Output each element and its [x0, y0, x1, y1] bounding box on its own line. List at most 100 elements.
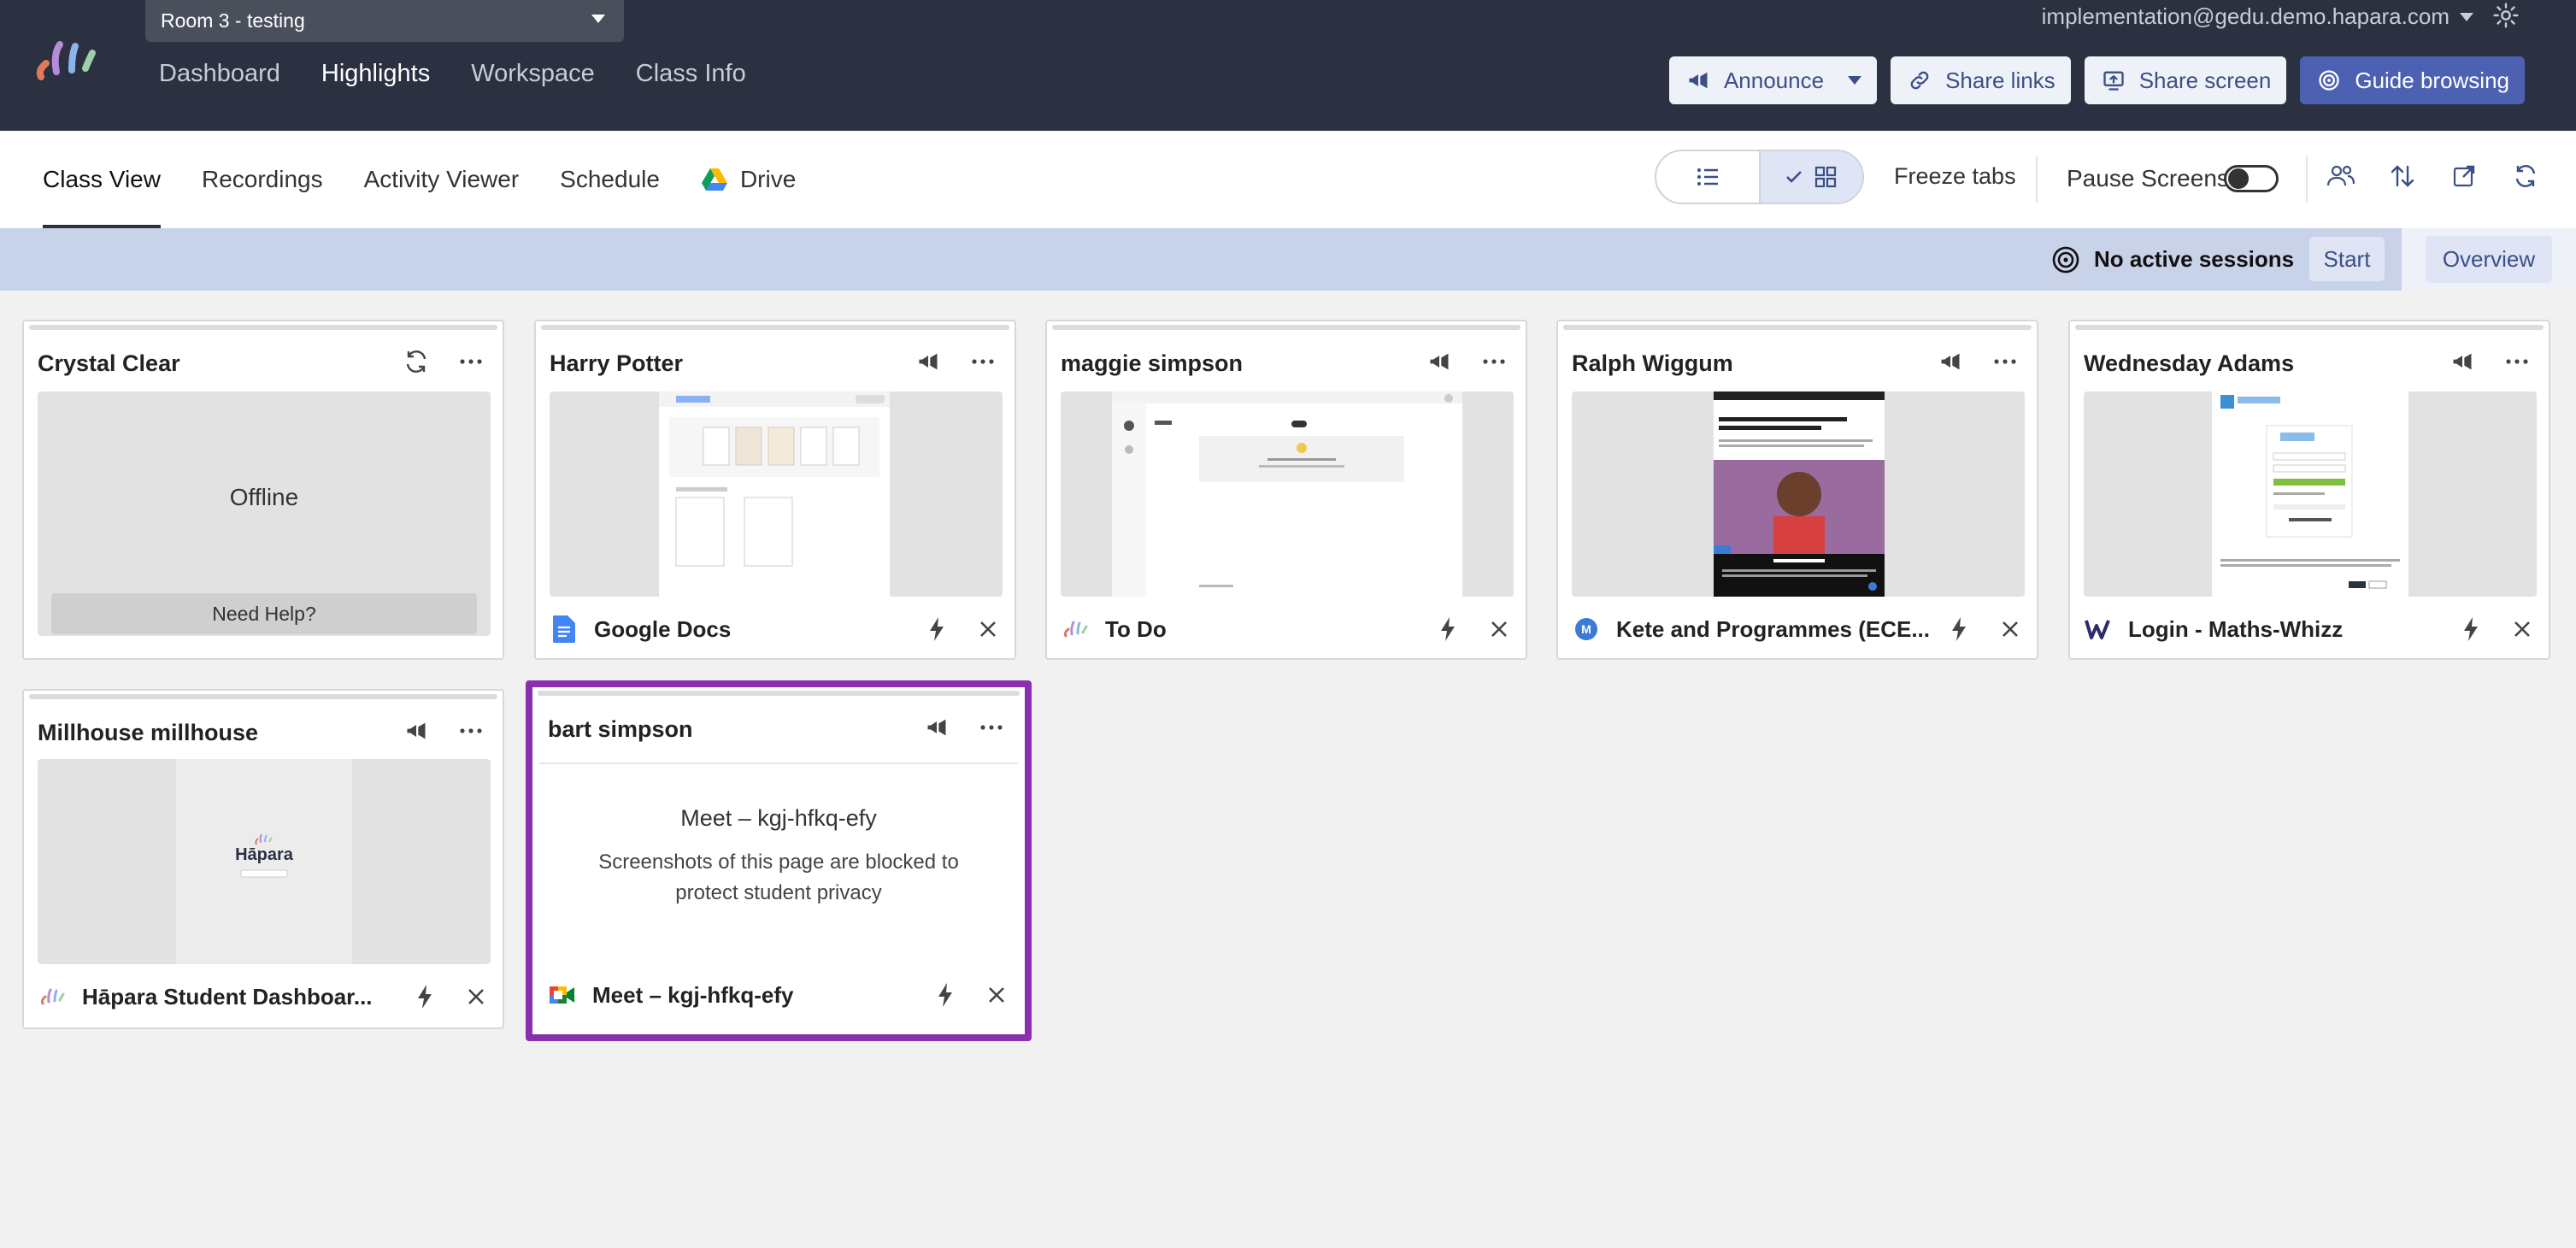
group-icon[interactable]: [2326, 162, 2355, 191]
active-tab: To Do: [1061, 612, 1512, 646]
target-icon: [2052, 246, 2079, 273]
sort-icon[interactable]: [2388, 162, 2417, 191]
tab-label: Schedule: [560, 166, 660, 192]
student-card-maggie-simpson[interactable]: maggie simpson To Do: [1045, 320, 1527, 660]
student-card-crystal-clear[interactable]: Crystal Clear Offline Need Help?: [22, 320, 504, 660]
screen-thumbnail[interactable]: Hāpara: [38, 759, 491, 964]
header-actions: Announce Share links Share screen Guide …: [1668, 56, 2525, 104]
blocked-title: Meet – kgj-hfkq-efy: [680, 805, 877, 831]
tab-drive[interactable]: Drive: [701, 131, 796, 228]
student-card-millhouse-millhouse[interactable]: Millhouse millhouse Hāpara Hāpara Studen…: [22, 689, 504, 1029]
screenshot-kete: [1714, 391, 1885, 597]
announce-button[interactable]: Announce: [1668, 56, 1878, 104]
nav-highlights[interactable]: Highlights: [321, 60, 430, 88]
close-icon[interactable]: [1997, 616, 2023, 642]
nav-workspace[interactable]: Workspace: [471, 60, 595, 88]
tab-actions: [1435, 616, 1512, 642]
more-options-icon[interactable]: [456, 716, 485, 745]
tab-activity-viewer[interactable]: Activity Viewer: [364, 131, 520, 228]
more-options-icon[interactable]: [2502, 347, 2532, 376]
active-tab: Meet – kgj-hfkq-efy: [548, 978, 1009, 1012]
more-options-icon[interactable]: [456, 347, 485, 376]
screen-share-icon: [2100, 67, 2127, 94]
top-bar: Room 3 - testing Dashboard Highlights Wo…: [0, 0, 2576, 131]
refresh-icon[interactable]: [402, 347, 431, 376]
megaphone-icon[interactable]: [914, 347, 943, 376]
share-links-button[interactable]: Share links: [1891, 56, 2071, 104]
more-options-icon[interactable]: [977, 713, 1006, 742]
tab-class-view[interactable]: Class View: [43, 131, 161, 228]
close-icon[interactable]: [463, 984, 489, 1010]
hapara-logo[interactable]: [34, 38, 108, 89]
hapara-wordmark: Hāpara: [235, 845, 294, 864]
hapara-icon: [38, 982, 67, 1011]
more-options-icon[interactable]: [1991, 347, 2020, 376]
freeze-tabs-button[interactable]: Freeze tabs: [1894, 163, 2016, 190]
class-selector[interactable]: Room 3 - testing: [145, 0, 624, 42]
hapara-icon: [1061, 615, 1090, 644]
need-help-button[interactable]: Need Help?: [51, 593, 477, 634]
user-menu[interactable]: implementation@gedu.demo.hapara.com: [2042, 3, 2473, 30]
screen-thumbnail[interactable]: [1061, 391, 1514, 597]
student-card-ralph-wiggum[interactable]: Ralph Wiggum M Kete and Programmes (ECE.…: [1556, 320, 2038, 660]
chevron-down-icon[interactable]: [1848, 76, 1862, 85]
student-card-wednesday-adams[interactable]: Wednesday Adams Login - Maths-Whizz: [2068, 320, 2550, 660]
lightning-icon[interactable]: [932, 982, 958, 1008]
student-card-bart-simpson[interactable]: bart simpson Meet – kgj-hfkq-efy Screens…: [526, 680, 1032, 1041]
list-icon: [1697, 168, 1718, 185]
student-name: Wednesday Adams: [2084, 350, 2295, 376]
divider: [539, 762, 1018, 764]
tab-label: Class View: [43, 166, 161, 192]
megaphone-icon[interactable]: [2448, 347, 2477, 376]
tab-title: Hāpara Student Dashboar...: [82, 983, 373, 1010]
overview-button[interactable]: Overview: [2425, 236, 2553, 283]
lightning-icon[interactable]: [924, 616, 950, 642]
pause-screens-toggle[interactable]: [2224, 165, 2279, 192]
gear-icon[interactable]: [2492, 2, 2520, 29]
tab-schedule[interactable]: Schedule: [560, 131, 660, 228]
more-options-icon[interactable]: [968, 347, 997, 376]
close-icon[interactable]: [984, 982, 1009, 1008]
session-status-text: No active sessions: [2094, 246, 2295, 272]
lightning-icon[interactable]: [1946, 616, 1972, 642]
close-icon[interactable]: [1486, 616, 1512, 642]
lightning-icon[interactable]: [412, 984, 438, 1010]
guide-browsing-label: Guide browsing: [2355, 67, 2509, 93]
more-options-icon[interactable]: [1479, 347, 1509, 376]
tab-recordings[interactable]: Recordings: [202, 131, 323, 228]
active-tab: Login - Maths-Whizz: [2084, 612, 2535, 646]
start-session-button[interactable]: Start: [2309, 237, 2385, 281]
screenshot-to-do: [1112, 391, 1462, 597]
overview-button-wrap: Overview: [2402, 228, 2576, 291]
tab-title: Login - Maths-Whizz: [2128, 615, 2344, 642]
megaphone-icon[interactable]: [922, 713, 951, 742]
lightning-icon[interactable]: [1435, 616, 1461, 642]
lightning-icon[interactable]: [2458, 616, 2484, 642]
open-external-icon[interactable]: [2450, 162, 2479, 191]
tab-title: Google Docs: [594, 615, 732, 642]
grid-view-button[interactable]: [1758, 151, 1862, 203]
megaphone-icon[interactable]: [402, 716, 431, 745]
close-icon[interactable]: [2509, 616, 2535, 642]
screen-thumbnail[interactable]: [2084, 391, 2537, 597]
nav-dashboard[interactable]: Dashboard: [159, 60, 280, 88]
close-icon[interactable]: [975, 616, 1001, 642]
nav-class-info[interactable]: Class Info: [636, 60, 746, 88]
megaphone-icon[interactable]: [1936, 347, 1965, 376]
list-view-button[interactable]: [1656, 151, 1759, 203]
refresh-icon[interactable]: [2511, 162, 2540, 191]
screen-thumbnail[interactable]: [550, 391, 1003, 597]
screenshot-maths-whizz: [2212, 391, 2408, 597]
active-tab: M Kete and Programmes (ECE...: [1572, 612, 2023, 646]
guide-browsing-button[interactable]: Guide browsing: [2300, 56, 2525, 104]
student-name: Crystal Clear: [38, 350, 180, 376]
screen-thumbnail[interactable]: [1572, 391, 2025, 597]
chevron-down-icon: [591, 15, 605, 23]
card-actions: [402, 716, 485, 745]
megaphone-icon[interactable]: [1425, 347, 1454, 376]
tab-label: Activity Viewer: [363, 166, 520, 192]
share-screen-label: Share screen: [2138, 67, 2272, 93]
share-screen-button[interactable]: Share screen: [2084, 56, 2287, 104]
megaphone-icon: [1685, 67, 1712, 94]
student-card-harry-potter[interactable]: Harry Potter Google Docs: [534, 320, 1016, 660]
